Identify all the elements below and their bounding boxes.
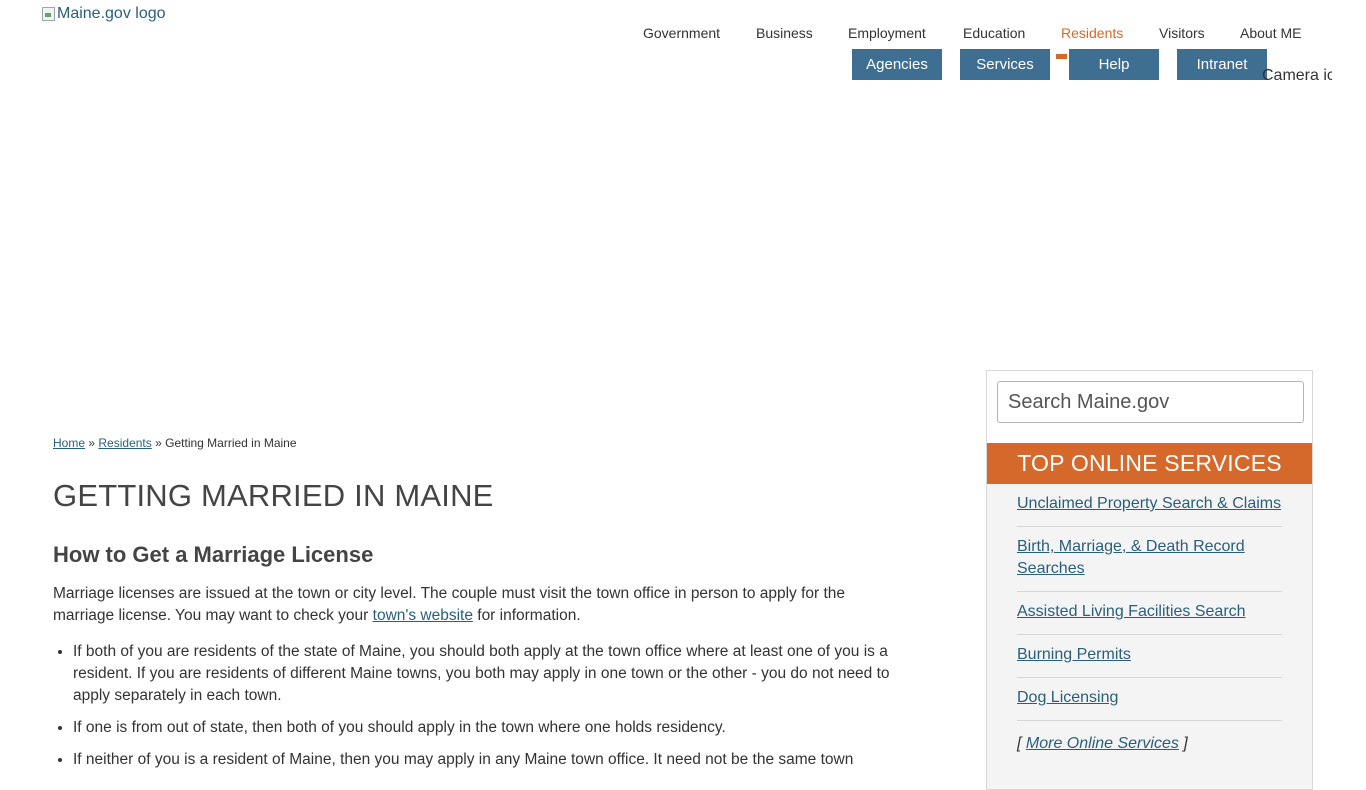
breadcrumb-home[interactable]: Home [53, 436, 85, 450]
help-button[interactable]: Help [1069, 49, 1159, 80]
residency-rules-list: If both of you are residents of the stat… [53, 641, 905, 781]
towns-website-link[interactable]: town's website [373, 607, 473, 624]
nav-about-me[interactable]: About ME [1240, 25, 1301, 41]
list-item: If both of you are residents of the stat… [73, 641, 905, 707]
breadcrumb: Home » Residents » Getting Married in Ma… [53, 436, 297, 450]
service-link-dog-licensing[interactable]: Dog Licensing [1017, 689, 1118, 706]
list-item: If one is from out of state, then both o… [73, 717, 905, 739]
nav-government[interactable]: Government [643, 25, 720, 41]
breadcrumb-separator: » [155, 436, 162, 450]
service-link-assisted-living[interactable]: Assisted Living Facilities Search [1017, 603, 1246, 620]
intranet-button[interactable]: Intranet [1177, 49, 1267, 80]
intro-text-end: for information. [472, 607, 581, 624]
online-services-list: Unclaimed Property Search & Claims Birth… [987, 484, 1312, 766]
service-link-vital-records[interactable]: Birth, Marriage, & Death Record Searches [1017, 538, 1245, 577]
breadcrumb-residents[interactable]: Residents [98, 436, 151, 450]
top-online-services-header: TOP ONLINE SERVICES [987, 443, 1312, 484]
camera-icon-alt-text: Camera icon [1262, 67, 1332, 84]
sidebar: TOP ONLINE SERVICES Unclaimed Property S… [986, 370, 1313, 790]
bracket-open: [ [1017, 735, 1026, 752]
list-item: Dog Licensing [1017, 678, 1282, 721]
bracket-close: ] [1178, 735, 1188, 752]
more-services-item: [ More Online Services ] [1017, 721, 1282, 766]
active-nav-marker [1056, 54, 1067, 59]
list-item: Unclaimed Property Search & Claims [1017, 484, 1282, 527]
service-link-burning-permits[interactable]: Burning Permits [1017, 646, 1131, 663]
nav-employment[interactable]: Employment [848, 25, 926, 41]
list-item: Assisted Living Facilities Search [1017, 592, 1282, 635]
services-button[interactable]: Services [960, 49, 1050, 80]
page-title: GETTING MARRIED IN MAINE [53, 478, 494, 513]
nav-residents[interactable]: Residents [1061, 25, 1123, 41]
camera-icon: Camera icon [1262, 67, 1332, 85]
more-online-services-link[interactable]: More Online Services [1026, 735, 1179, 752]
service-link-unclaimed-property[interactable]: Unclaimed Property Search & Claims [1017, 495, 1281, 512]
agencies-button[interactable]: Agencies [852, 49, 942, 80]
breadcrumb-separator: » [88, 436, 96, 450]
nav-education[interactable]: Education [963, 25, 1025, 41]
logo-alt-text: Maine.gov logo [57, 5, 166, 22]
maine-gov-logo[interactable]: Maine.gov logo [41, 5, 166, 23]
list-item: Burning Permits [1017, 635, 1282, 678]
breadcrumb-current: Getting Married in Maine [165, 436, 297, 450]
section-title: How to Get a Marriage License [53, 542, 374, 567]
broken-image-icon [41, 6, 55, 22]
search-input[interactable] [997, 381, 1304, 423]
top-navigation: Government Business Employment Education… [0, 25, 1366, 45]
nav-business[interactable]: Business [756, 25, 813, 41]
intro-paragraph: Marriage licenses are issued at the town… [53, 583, 883, 627]
list-item: Birth, Marriage, & Death Record Searches [1017, 527, 1282, 592]
search-area [987, 371, 1312, 443]
nav-visitors[interactable]: Visitors [1159, 25, 1205, 41]
